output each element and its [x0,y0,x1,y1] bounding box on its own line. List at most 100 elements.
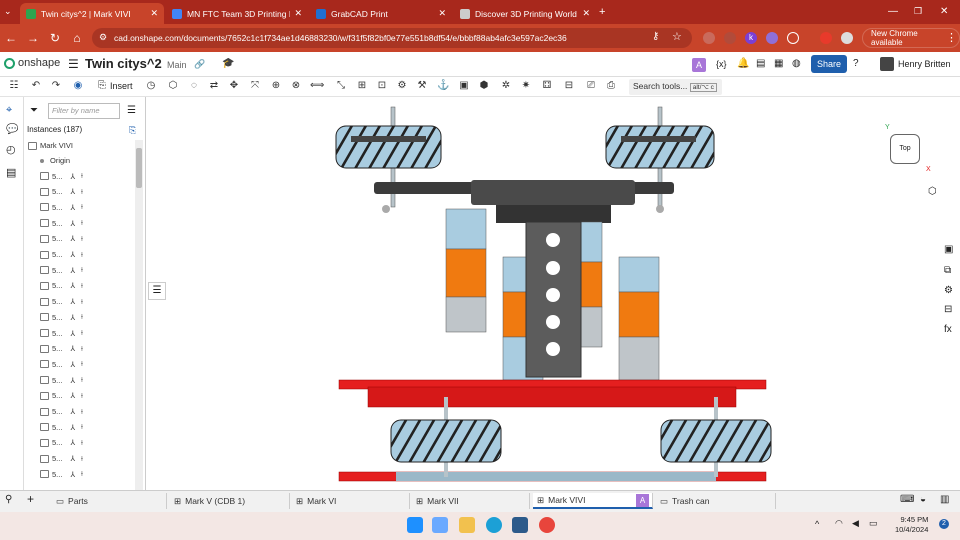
cylindrical-mate-icon[interactable]: ⤧ [249,80,261,92]
list-item[interactable]: 5... ⅄ ⟊ [40,312,83,322]
search-tools-input[interactable]: Search tools... alt/⌥ c [629,79,722,95]
tab-manager-icon[interactable]: ⚲ [5,494,12,505]
comments-icon[interactable]: 💬 [6,124,18,135]
speaker-icon[interactable]: ◀ [852,518,859,529]
width-mate-icon[interactable]: ⟺ [310,80,324,92]
variable-icon[interactable]: {x} [716,59,727,69]
edge-icon[interactable] [486,517,502,533]
list-item[interactable]: 5... ⅄ ⟊ [40,391,83,401]
extensions-puzzle-icon[interactable] [787,32,799,44]
mecanum-wheel-bottom-left[interactable] [390,397,502,477]
motor-left[interactable] [445,208,487,333]
linear-relation-icon[interactable]: ▣ [458,80,470,92]
record-icon[interactable] [820,32,832,44]
forward-icon[interactable]: → [22,31,44,45]
tab-grabcad[interactable]: GrabCAD Print ✕ [310,3,452,24]
tab-trash-can[interactable]: ▭ Trash can [656,493,776,509]
user-name[interactable]: Henry Britten [898,59,951,69]
list-item[interactable]: 5... ⅄ ⟊ [40,422,83,432]
list-item-root[interactable]: Mark VIVI [28,141,73,150]
ball-mate-icon[interactable]: ⊗ [290,80,302,92]
add-tab-button[interactable]: + [27,492,34,506]
wifi-icon[interactable]: ◠ [835,518,843,529]
taskbar-clock[interactable]: 9:45 PM 10/4/2024 [895,515,928,535]
screw-relation-icon[interactable]: ⚓ [437,80,449,92]
file-explorer-icon[interactable] [459,517,475,533]
extension-heart-icon[interactable] [724,32,736,44]
link-icon[interactable]: 🔗 [194,59,205,70]
user-avatar[interactable] [880,57,894,71]
list-item[interactable]: 5... ⅄ ⟊ [40,218,83,228]
keyboard-icon[interactable]: ⌨ [900,494,914,505]
document-name[interactable]: Twin citys^2 [85,56,162,71]
view-cube-face[interactable]: Top [890,134,920,164]
branch-label[interactable]: Main [167,60,187,70]
chrome-menu-icon[interactable]: ⋮ [946,31,957,44]
close-icon[interactable]: ✕ [582,8,590,19]
tab-mark-vi[interactable]: ⊞ Mark VI [292,493,410,509]
tab-mark-vii[interactable]: ⊞ Mark VII [412,493,530,509]
maximize-icon[interactable]: ❐ [914,6,922,17]
mate-connector-icon[interactable]: ◉ [72,80,84,92]
notification-badge[interactable]: 2 [939,519,949,529]
performance-icon[interactable]: ▥ [940,494,949,505]
rack-relation-icon[interactable]: ⚒ [416,80,428,92]
insert-instance-icon[interactable]: ⎘ [129,125,136,136]
feature-list-icon[interactable]: ☷ [8,80,20,92]
graphics-icon[interactable]: ⌖ [6,104,12,117]
learning-cap-icon[interactable]: 🎓 [222,58,234,69]
close-icon[interactable]: ✕ [150,8,158,19]
tab-parts[interactable]: ▭ Parts [52,493,167,509]
robot-model[interactable] [146,97,960,490]
close-icon[interactable]: ✕ [294,8,302,19]
top-crossbar[interactable] [374,180,674,223]
insert-icon[interactable]: ⎘ [96,80,108,92]
group-icon[interactable]: ⊞ [356,80,368,92]
list-view-icon[interactable]: ☰ [127,105,136,116]
timer-icon[interactable]: ◷ [145,80,157,92]
properties-icon[interactable]: ⚙ [944,285,953,296]
list-item[interactable]: 5... ⅄ ⟊ [40,438,83,448]
onshape-logo[interactable]: onshape [4,57,60,69]
profile-avatar[interactable] [841,32,853,44]
address-bar[interactable]: ⚙ cad.onshape.com/documents/7652c1c1f734… [92,28,692,48]
hamburger-menu-icon[interactable]: ☰ [68,57,79,71]
list-item-origin[interactable]: Origin [40,156,70,165]
mecanum-wheel-bottom-right[interactable] [660,397,772,477]
history-icon[interactable]: ◴ [6,143,16,156]
share-button[interactable]: Share [811,55,847,73]
home-icon[interactable]: ⌂ [66,31,88,45]
list-item[interactable]: 5... ⅄ ⟊ [40,250,83,260]
window-close-icon[interactable]: ✕ [940,6,948,17]
expand-list-icon[interactable]: ☰ [148,282,166,300]
task-view-icon[interactable] [432,517,448,533]
chrome-icon[interactable] [539,517,555,533]
pattern-icon[interactable]: ⬢ [478,80,490,92]
mass-icon[interactable]: ⊟ [944,304,952,315]
tray-chevron-icon[interactable]: ^ [815,519,819,529]
section-view-icon[interactable]: ⊟ [563,80,575,92]
minimize-icon[interactable]: — [888,6,898,17]
windows-start-icon[interactable] [407,517,423,533]
revolute-mate-icon[interactable]: ◌ [188,80,200,92]
extension-k-icon[interactable]: k [745,32,757,44]
filter-input[interactable]: Filter by name [48,103,120,119]
tangent-mate-icon[interactable]: ⤡ [335,80,347,92]
center-channel[interactable] [525,221,582,378]
versions-icon[interactable]: ◍ [792,58,801,69]
extension-shield-icon[interactable] [703,32,715,44]
scrollbar-thumb[interactable] [136,148,142,188]
app-store-icon[interactable]: ▦ [774,58,783,69]
pin-slot-mate-icon[interactable]: ⊕ [270,80,282,92]
close-icon[interactable]: ✕ [438,8,446,19]
list-scrollbar[interactable] [135,140,143,490]
help-icon[interactable]: ? [853,58,859,69]
list-item[interactable]: 5... ⅄ ⟊ [40,171,83,181]
fastened-mate-icon[interactable]: ⬡ [167,80,179,92]
mirror-icon[interactable]: ✷ [520,80,532,92]
gear-relation-icon[interactable]: ⚙ [396,80,408,92]
replicate-icon[interactable]: ✲ [500,80,512,92]
tab-search-icon[interactable]: ⌄ [4,6,12,17]
list-item[interactable]: 5... ⅄ ⟊ [40,359,83,369]
list-item[interactable]: 5... ⅄ ⟊ [40,187,83,197]
